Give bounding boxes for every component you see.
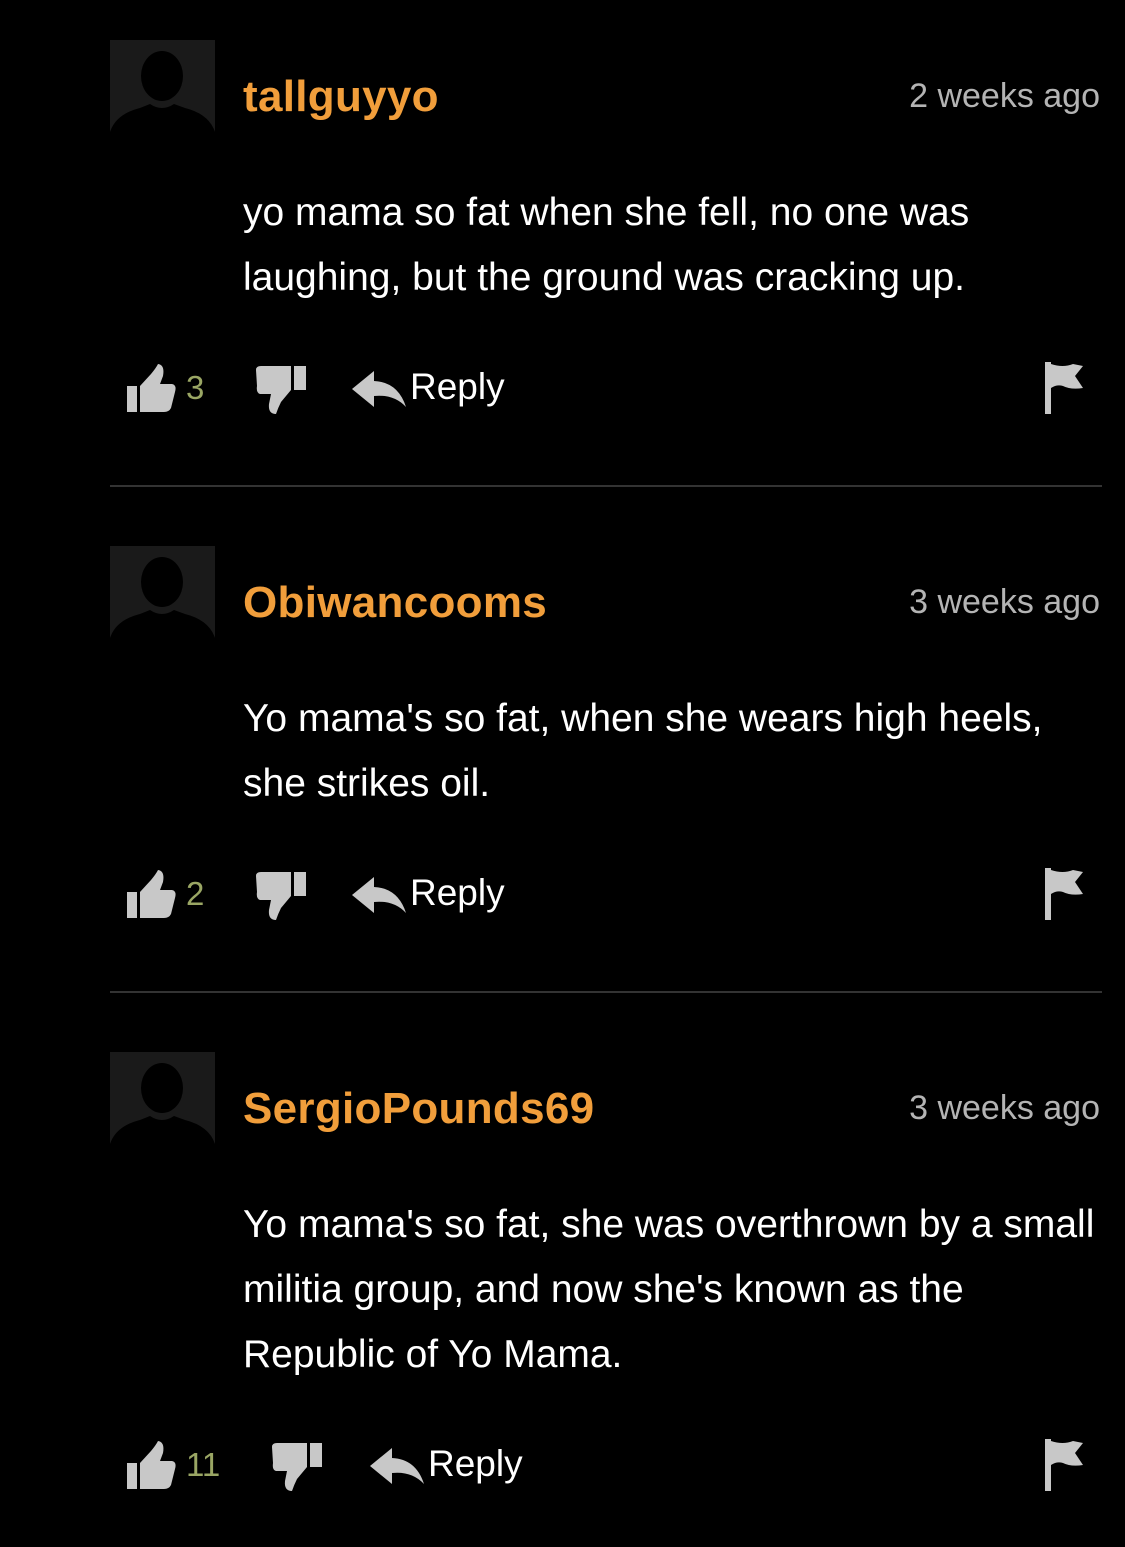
comment-divider [110, 485, 1102, 487]
thumbs-up-icon[interactable] [125, 868, 177, 920]
comment-username[interactable]: Obiwancooms [243, 578, 547, 628]
thumbs-down-icon[interactable] [272, 1443, 322, 1493]
default-avatar-icon [110, 546, 215, 651]
default-avatar-icon [110, 1052, 215, 1157]
reply-label: Reply [428, 1443, 523, 1484]
avatar[interactable] [110, 40, 215, 145]
like-count: 3 [186, 369, 205, 406]
comment-timestamp: 2 weeks ago [909, 77, 1100, 115]
comment-text: Yo mama's so fat, she was overthrown by … [243, 1203, 1095, 1376]
reply-arrow-icon [370, 1448, 424, 1484]
comment-username[interactable]: SergioPounds69 [243, 1084, 594, 1134]
comment-text: Yo mama's so fat, when she wears high he… [243, 697, 1043, 805]
reply-label: Reply [410, 366, 505, 407]
thumbs-up-icon[interactable] [125, 1439, 177, 1491]
comment-timestamp: 3 weeks ago [909, 1089, 1100, 1127]
default-avatar-icon [110, 40, 215, 145]
flag-icon[interactable] [1043, 360, 1085, 416]
reply-arrow-icon [352, 371, 406, 407]
thumbs-up-icon[interactable] [125, 362, 177, 414]
comment-text: yo mama so fat when she fell, no one was… [243, 191, 970, 299]
like-count: 11 [186, 1446, 221, 1483]
reply-label: Reply [410, 872, 505, 913]
like-count: 2 [186, 875, 205, 912]
comment-actions: 2 Reply [0, 866, 1125, 926]
comment-timestamp: 3 weeks ago [909, 583, 1100, 621]
comment-actions: 3 Reply [0, 360, 1125, 420]
thumbs-down-icon[interactable] [256, 872, 306, 922]
comment-actions: 11 Reply [0, 1437, 1125, 1497]
flag-icon[interactable] [1043, 866, 1085, 922]
thumbs-down-icon[interactable] [256, 366, 306, 416]
avatar[interactable] [110, 546, 215, 651]
avatar[interactable] [110, 1052, 215, 1157]
reply-arrow-icon [352, 877, 406, 913]
comment-username[interactable]: tallguyyo [243, 72, 439, 122]
comment-divider [110, 991, 1102, 993]
flag-icon[interactable] [1043, 1437, 1085, 1493]
